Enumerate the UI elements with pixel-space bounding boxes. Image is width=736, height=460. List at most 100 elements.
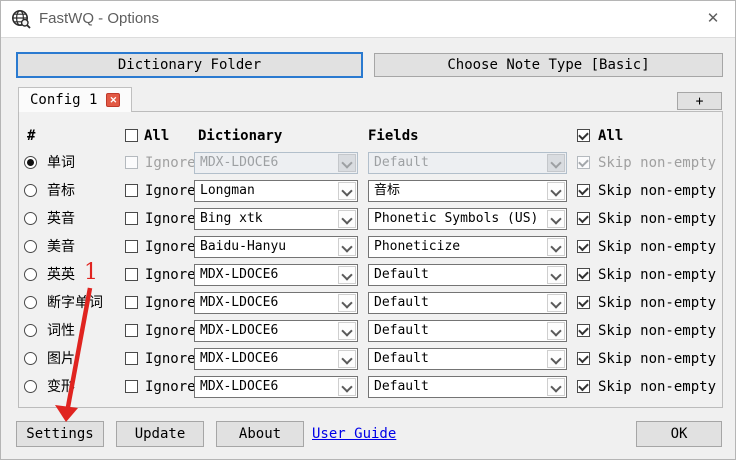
word-type-label: 断字单词 <box>47 295 103 311</box>
chevron-down-icon <box>338 294 356 312</box>
field-select[interactable]: Default <box>368 264 567 286</box>
dictionary-select[interactable]: MDX-LDOCE6 <box>194 292 358 314</box>
table-row: 英英 Ignore MDX-LDOCE6 Default Skip non-em… <box>1 261 735 289</box>
skip-checkbox[interactable] <box>577 296 590 309</box>
window-close-icon[interactable]: ✕ <box>697 1 729 37</box>
skip-checkbox[interactable] <box>577 212 590 225</box>
ignore-checkbox[interactable] <box>125 324 138 337</box>
table-row: 词性 Ignore MDX-LDOCE6 Default Skip non-em… <box>1 317 735 345</box>
dictionary-select[interactable]: MDX-LDOCE6 <box>194 376 358 398</box>
dictionary-select[interactable]: MDX-LDOCE6 <box>194 264 358 286</box>
skip-label: Skip non-empty <box>598 295 717 311</box>
chevron-down-icon <box>338 266 356 284</box>
table-row: 英音 Ignore Bing xtk Phonetic Symbols (US)… <box>1 205 735 233</box>
word-type-radio[interactable] <box>24 240 37 253</box>
ignore-checkbox[interactable] <box>125 212 138 225</box>
skip-label: Skip non-empty <box>598 351 717 367</box>
ignore-label: Ignore <box>145 211 196 227</box>
word-type-label: 英音 <box>47 211 75 227</box>
skip-checkbox[interactable] <box>577 268 590 281</box>
word-type-radio[interactable] <box>24 268 37 281</box>
skip-checkbox[interactable] <box>577 184 590 197</box>
chevron-down-icon <box>547 238 565 256</box>
dictionary-folder-button[interactable]: Dictionary Folder <box>16 52 363 78</box>
dictionary-select[interactable]: Longman <box>194 180 358 202</box>
ignore-label: Ignore <box>145 155 196 171</box>
ignore-label: Ignore <box>145 351 196 367</box>
field-select[interactable]: Default <box>368 292 567 314</box>
word-type-radio[interactable] <box>24 352 37 365</box>
word-type-radio[interactable] <box>24 296 37 309</box>
ignore-checkbox[interactable] <box>125 240 138 253</box>
ignore-label: Ignore <box>145 379 196 395</box>
skip-label: Skip non-empty <box>598 267 717 283</box>
dictionary-select[interactable]: MDX-LDOCE6 <box>194 152 358 174</box>
word-type-radio[interactable] <box>24 324 37 337</box>
chevron-down-icon <box>338 350 356 368</box>
tab-close-icon[interactable]: ✕ <box>106 93 121 107</box>
dictionary-select[interactable]: MDX-LDOCE6 <box>194 348 358 370</box>
word-type-radio[interactable] <box>24 380 37 393</box>
ignore-checkbox[interactable] <box>125 380 138 393</box>
word-type-label: 音标 <box>47 183 75 199</box>
table-row: 美音 Ignore Baidu-Hanyu Phoneticize Skip n… <box>1 233 735 261</box>
annotation-step-number: 1 <box>84 260 98 285</box>
word-type-label: 单词 <box>47 155 75 171</box>
word-type-label: 美音 <box>47 239 75 255</box>
ignore-checkbox[interactable] <box>125 296 138 309</box>
dictionary-select[interactable]: MDX-LDOCE6 <box>194 320 358 342</box>
field-select[interactable]: Phonetic Symbols (US) <box>368 208 567 230</box>
chevron-down-icon <box>547 154 565 172</box>
chevron-down-icon <box>338 182 356 200</box>
dictionary-select[interactable]: Baidu-Hanyu <box>194 236 358 258</box>
choose-note-type-button[interactable]: Choose Note Type [Basic] <box>374 53 723 77</box>
update-button[interactable]: Update <box>116 421 204 447</box>
field-select[interactable]: Default <box>368 376 567 398</box>
skip-label: Skip non-empty <box>598 323 717 339</box>
word-type-radio[interactable] <box>24 184 37 197</box>
about-button[interactable]: About <box>216 421 304 447</box>
skip-checkbox[interactable] <box>577 240 590 253</box>
column-header-dictionary: Dictionary <box>198 128 283 144</box>
field-select[interactable]: 音标 <box>368 180 567 202</box>
field-select[interactable]: Default <box>368 348 567 370</box>
ok-button[interactable]: OK <box>636 421 722 447</box>
table-row: 单词 Ignore MDX-LDOCE6 Default Skip non-em… <box>1 149 735 177</box>
ignore-checkbox[interactable] <box>125 352 138 365</box>
ignore-all-checkbox[interactable] <box>125 129 138 142</box>
skip-label: Skip non-empty <box>598 183 717 199</box>
word-type-radio[interactable] <box>24 156 37 169</box>
tab-config-1[interactable]: Config 1 ✕ <box>18 87 133 112</box>
window-title: FastWQ - Options <box>39 10 160 27</box>
field-select[interactable]: Default <box>368 320 567 342</box>
skip-checkbox[interactable] <box>577 156 590 169</box>
chevron-down-icon <box>547 266 565 284</box>
word-type-label: 词性 <box>47 323 75 339</box>
ignore-checkbox[interactable] <box>125 156 138 169</box>
ignore-label: Ignore <box>145 323 196 339</box>
dictionary-select[interactable]: Bing xtk <box>194 208 358 230</box>
chevron-down-icon <box>547 210 565 228</box>
ignore-label: Ignore <box>145 295 196 311</box>
skip-all-checkbox[interactable] <box>577 129 590 142</box>
word-type-label: 变形 <box>47 379 75 395</box>
chevron-down-icon <box>547 182 565 200</box>
skip-checkbox[interactable] <box>577 352 590 365</box>
column-header-all-left: All <box>144 128 170 144</box>
chevron-down-icon <box>338 154 356 172</box>
chevron-down-icon <box>338 378 356 396</box>
tab-label: Config 1 <box>30 92 98 108</box>
skip-checkbox[interactable] <box>577 324 590 337</box>
chevron-down-icon <box>338 322 356 340</box>
word-type-radio[interactable] <box>24 212 37 225</box>
add-config-button[interactable]: + <box>677 92 722 110</box>
ignore-checkbox[interactable] <box>125 268 138 281</box>
user-guide-link[interactable]: User Guide <box>312 421 396 447</box>
field-select[interactable]: Phoneticize <box>368 236 567 258</box>
chevron-down-icon <box>547 378 565 396</box>
skip-checkbox[interactable] <box>577 380 590 393</box>
ignore-checkbox[interactable] <box>125 184 138 197</box>
field-select[interactable]: Default <box>368 152 567 174</box>
settings-button[interactable]: Settings <box>16 421 104 447</box>
table-row: 音标 Ignore Longman 音标 Skip non-empty <box>1 177 735 205</box>
